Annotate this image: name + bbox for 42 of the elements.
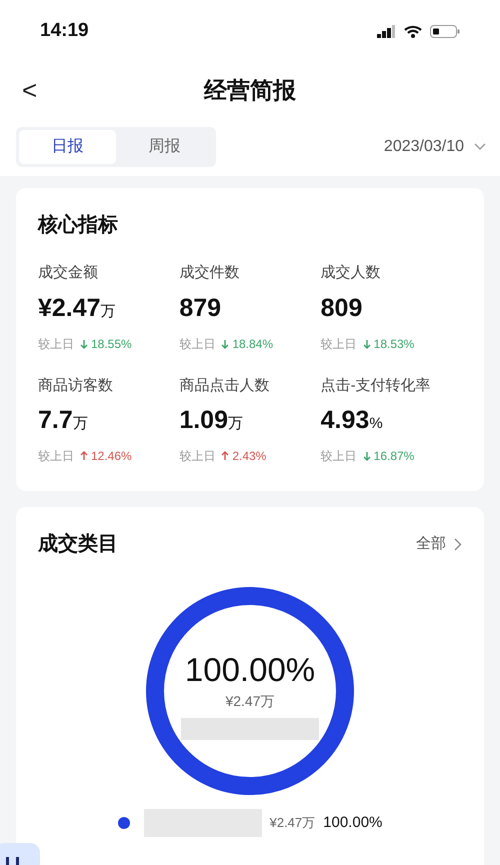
center-percent: 100.00% [184, 651, 316, 689]
report-tab[interactable]: 周报 [116, 130, 213, 164]
compare-label: 较上日 [320, 336, 357, 352]
legend-amount: ¥2.47万 [270, 814, 316, 832]
metric-value: 1.09万 [179, 405, 244, 436]
metric-label: 商品访客数 [38, 376, 114, 396]
metric-label: 商品点击人数 [179, 376, 270, 396]
page-title: 经营简报 [204, 76, 296, 105]
legend-share: 100.00% [323, 812, 382, 833]
date-picker[interactable]: 2023/03/10 [384, 135, 486, 159]
chevron-right-icon [454, 538, 462, 550]
wifi-icon [404, 24, 422, 38]
change-value: 16.87% [374, 448, 414, 465]
metric-value: 7.7万 [38, 405, 89, 436]
compare-label: 较上日 [320, 448, 357, 465]
change-value: 18.84% [232, 336, 274, 352]
report-tab[interactable]: 日报 [19, 130, 116, 164]
change-value: 2.43% [232, 448, 266, 465]
status-time: 14:19 [40, 18, 89, 43]
view-all-link[interactable]: 全部 [416, 532, 462, 556]
metric-value: ¥2.47万 [38, 292, 117, 324]
signal-icon [377, 24, 396, 38]
metric-label: 成交人数 [320, 263, 382, 283]
center-amount: ¥2.47万 [225, 692, 275, 711]
back-button[interactable]: < [22, 70, 38, 110]
metric-value: 879 [179, 292, 222, 324]
metric-value: 809 [320, 292, 364, 324]
compare-label: 较上日 [38, 448, 74, 465]
metric-label: 成交件数 [179, 263, 240, 283]
change-value: 18.55% [91, 336, 132, 352]
battery-icon [430, 24, 460, 38]
compare-label: 较上日 [179, 448, 216, 465]
metric-label: 成交金额 [38, 263, 99, 283]
compare-label: 较上日 [179, 336, 216, 352]
chevron-down-icon [474, 143, 486, 151]
metric-value: 4.93% [320, 405, 384, 436]
change-value: 12.46% [91, 448, 132, 465]
change-value: 18.53% [374, 336, 414, 352]
card-title: 成交类目 [38, 532, 118, 557]
card-title: 核心指标 [38, 212, 119, 238]
metric-label: 点击-支付转化率 [320, 376, 432, 396]
compare-label: 较上日 [38, 336, 74, 352]
